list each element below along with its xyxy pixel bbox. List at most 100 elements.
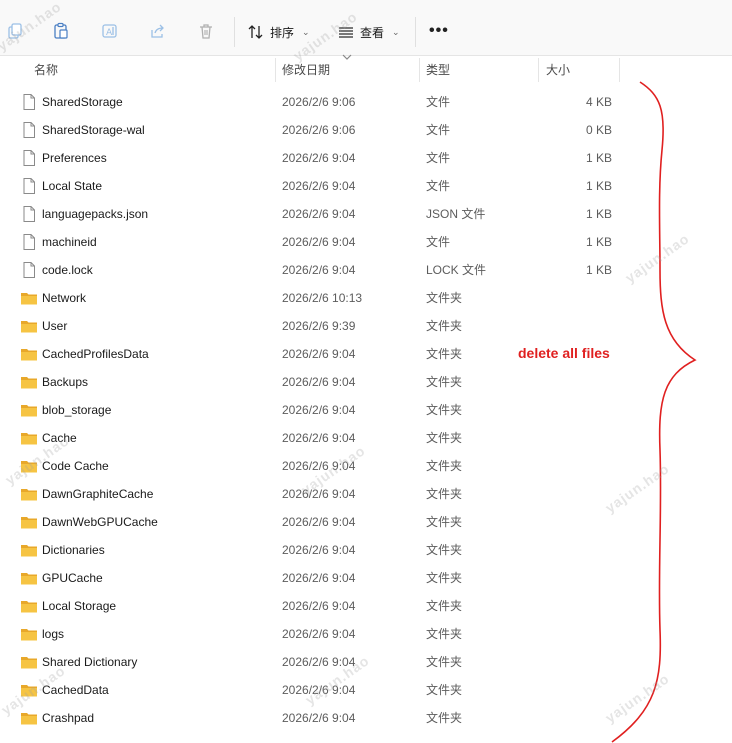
file-name: DawnWebGPUCache — [42, 515, 158, 529]
file-row[interactable]: User 2026/2/6 9:39 文件夹 — [0, 312, 640, 340]
sort-label: 排序 — [270, 25, 295, 40]
file-name: code.lock — [42, 263, 93, 277]
file-row[interactable]: GPUCache 2026/2/6 9:04 文件夹 — [0, 564, 640, 592]
file-type: 文件夹 — [426, 571, 463, 585]
file-row[interactable]: SharedStorage 2026/2/6 9:06 文件 4 KB — [0, 88, 640, 116]
file-type: 文件夹 — [426, 319, 463, 333]
chevron-down-icon: ⌄ — [302, 26, 310, 37]
folder-icon — [21, 517, 37, 529]
folder-icon — [21, 433, 37, 445]
file-icon — [23, 94, 35, 110]
toolbar-divider — [234, 17, 235, 47]
file-date: 2026/2/6 9:39 — [282, 319, 356, 333]
file-row[interactable]: DawnWebGPUCache 2026/2/6 9:04 文件夹 — [0, 508, 640, 536]
file-type: LOCK 文件 — [426, 263, 487, 277]
file-date: 2026/2/6 9:04 — [282, 207, 356, 221]
delete-button[interactable] — [193, 18, 219, 44]
file-name: CachedProfilesData — [42, 347, 149, 361]
toolbar-divider — [415, 17, 416, 47]
file-icon — [23, 234, 35, 250]
trash-icon — [200, 24, 212, 39]
file-date: 2026/2/6 9:04 — [282, 627, 356, 641]
file-row[interactable]: logs 2026/2/6 9:04 文件夹 — [0, 620, 640, 648]
file-name: Local State — [42, 179, 103, 193]
file-name: User — [42, 319, 68, 333]
file-type: 文件夹 — [426, 683, 463, 697]
file-date: 2026/2/6 10:13 — [282, 291, 363, 305]
file-name: Crashpad — [42, 711, 95, 725]
column-divider[interactable] — [538, 58, 539, 82]
file-icon — [23, 150, 35, 166]
file-date: 2026/2/6 9:04 — [282, 543, 356, 557]
file-type: 文件 — [426, 151, 451, 165]
copy-button[interactable] — [2, 18, 28, 44]
file-date: 2026/2/6 9:04 — [282, 431, 356, 445]
file-type: 文件夹 — [426, 543, 463, 557]
file-row[interactable]: CachedData 2026/2/6 9:04 文件夹 — [0, 676, 640, 704]
file-name: Shared Dictionary — [42, 655, 138, 669]
folder-icon — [21, 293, 37, 305]
file-row[interactable]: Crashpad 2026/2/6 9:04 文件夹 — [0, 704, 640, 732]
column-header-size[interactable]: 大小 — [546, 56, 570, 84]
file-row[interactable]: Local State 2026/2/6 9:04 文件 1 KB — [0, 172, 640, 200]
file-row[interactable]: Shared Dictionary 2026/2/6 9:04 文件夹 — [0, 648, 640, 676]
column-divider[interactable] — [275, 58, 276, 82]
file-date: 2026/2/6 9:06 — [282, 123, 356, 137]
column-header-type[interactable]: 类型 — [426, 56, 450, 84]
paste-button[interactable] — [48, 18, 74, 44]
file-row[interactable]: Code Cache 2026/2/6 9:04 文件夹 — [0, 452, 640, 480]
file-type: 文件夹 — [426, 459, 463, 473]
file-icon — [23, 262, 35, 278]
file-name: logs — [42, 627, 65, 641]
file-row[interactable]: languagepacks.json 2026/2/6 9:04 JSON 文件 1 … — [0, 200, 640, 228]
file-type: JSON 文件 — [426, 207, 486, 221]
file-row[interactable]: SharedStorage-wal 2026/2/6 9:06 文件 0 KB — [0, 116, 640, 144]
file-date: 2026/2/6 9:04 — [282, 263, 356, 277]
file-type: 文件夹 — [426, 655, 463, 669]
file-row[interactable]: DawnGraphiteCache 2026/2/6 9:04 文件夹 — [0, 480, 640, 508]
file-row[interactable]: Dictionaries 2026/2/6 9:04 文件夹 — [0, 536, 640, 564]
folder-icon — [21, 713, 37, 725]
file-row[interactable]: Cache 2026/2/6 9:04 文件夹 — [0, 424, 640, 452]
file-type: 文件夹 — [426, 599, 463, 613]
sort-menu-button[interactable]: 排序 ⌄ — [248, 19, 310, 45]
file-date: 2026/2/6 9:04 — [282, 711, 356, 725]
folder-icon — [21, 685, 37, 697]
file-row[interactable]: Preferences 2026/2/6 9:04 文件 1 KB — [0, 144, 640, 172]
folder-icon — [21, 461, 37, 473]
share-icon — [151, 24, 164, 38]
sort-icon — [248, 25, 263, 39]
folder-icon — [21, 657, 37, 669]
folder-icon — [21, 573, 37, 585]
file-type: 文件夹 — [426, 347, 463, 361]
file-date: 2026/2/6 9:06 — [282, 95, 356, 109]
rename-button[interactable]: A — [97, 18, 123, 44]
file-type: 文件夹 — [426, 291, 463, 305]
view-menu-button[interactable]: 查看 ⌄ — [338, 19, 400, 45]
file-date: 2026/2/6 9:04 — [282, 347, 356, 361]
file-type: 文件 — [426, 123, 451, 137]
file-type: 文件夹 — [426, 711, 463, 725]
file-row[interactable]: Backups 2026/2/6 9:04 文件夹 — [0, 368, 640, 396]
folder-icon — [21, 601, 37, 613]
column-header-date[interactable]: 修改日期 — [282, 56, 330, 84]
file-icon — [23, 206, 35, 222]
column-header-name[interactable]: 名称 — [34, 56, 58, 84]
more-options-button[interactable]: ••• — [429, 22, 449, 40]
file-row[interactable]: blob_storage 2026/2/6 9:04 文件夹 — [0, 396, 640, 424]
view-label: 查看 — [360, 25, 385, 40]
file-name: Network — [42, 291, 87, 305]
file-type: 文件 — [426, 95, 451, 109]
file-type: 文件夹 — [426, 487, 463, 501]
file-row[interactable]: machineid 2026/2/6 9:04 文件 1 KB — [0, 228, 640, 256]
file-date: 2026/2/6 9:04 — [282, 459, 356, 473]
file-row[interactable]: Network 2026/2/6 10:13 文件夹 — [0, 284, 640, 312]
file-name: CachedData — [42, 683, 109, 697]
file-name: Cache — [42, 431, 77, 445]
file-date: 2026/2/6 9:04 — [282, 515, 356, 529]
file-row[interactable]: Local Storage 2026/2/6 9:04 文件夹 — [0, 592, 640, 620]
file-date: 2026/2/6 9:04 — [282, 571, 356, 585]
column-divider[interactable] — [419, 58, 420, 82]
share-button[interactable] — [145, 18, 171, 44]
file-row[interactable]: code.lock 2026/2/6 9:04 LOCK 文件 1 KB — [0, 256, 640, 284]
